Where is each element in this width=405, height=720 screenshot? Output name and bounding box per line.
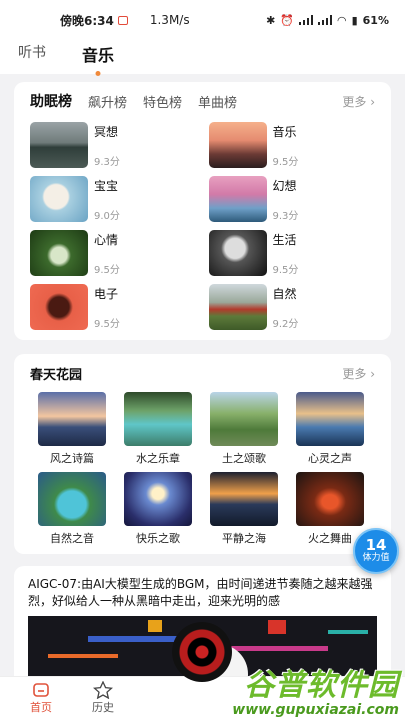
garden-thumb (124, 392, 192, 446)
status-time: 傍晚6:34 (60, 13, 114, 28)
rank-item[interactable]: 音乐 9.5分 (208, 122, 376, 168)
home-icon (33, 683, 49, 697)
garden-name: 自然之音 (50, 532, 94, 545)
garden-grid: 风之诗篇 水之乐章 土之颂歌 心灵之声 自然之音 快乐之歌 平静之海 火之舞曲 (14, 392, 391, 546)
tab-rising-rank[interactable]: 飙升榜 (88, 92, 127, 111)
rank-item[interactable]: 心情 9.5分 (30, 230, 197, 276)
garden-header: 春天花园 更多 › (14, 354, 391, 392)
screen-record-icon (117, 15, 128, 25)
garden-name: 快乐之歌 (136, 532, 180, 545)
signal-icon-2 (317, 15, 332, 25)
top-tabs: 听书 音乐 (0, 40, 405, 74)
rank-score: 9.2分 (272, 319, 299, 330)
garden-item[interactable]: 土之颂歌 (210, 392, 278, 466)
garden-name: 土之颂歌 (222, 452, 266, 465)
bluetooth-icon: ✱ (266, 13, 276, 27)
rank-item[interactable]: 生活 9.5分 (208, 230, 376, 276)
garden-name: 水之乐章 (136, 452, 180, 465)
status-icons: ✱ ⏰ ◠ ▮ 61% (266, 13, 389, 27)
battery-icon: ▮ (351, 13, 358, 27)
rank-score: 9.0分 (94, 211, 120, 222)
garden-name: 心灵之声 (308, 452, 352, 465)
nav-history-label: 历史 (92, 701, 114, 714)
signal-icon (298, 15, 313, 25)
rank-thumb (30, 284, 88, 330)
site-watermark: 谷普软件园 www.gupuxiazai.com (232, 668, 399, 719)
garden-name: 风之诗篇 (50, 452, 94, 465)
rank-thumb (208, 230, 267, 276)
rank-name: 冥想 (94, 125, 119, 139)
tab-sleep-rank[interactable]: 助眠榜 (30, 91, 72, 111)
battery-level: 61 (362, 13, 378, 27)
rank-item[interactable]: 电子 9.5分 (30, 284, 197, 330)
nav-home-label: 首页 (30, 701, 52, 714)
ranking-card: 助眠榜 飙升榜 特色榜 单曲榜 更多 › 冥想 9.3分 音乐 9.5分 宝宝 9.0… (14, 82, 391, 340)
rank-name: 心情 (94, 233, 119, 247)
garden-title: 春天花园 (30, 367, 83, 383)
garden-item[interactable]: 自然之音 (38, 472, 106, 546)
tab-music[interactable]: 音乐 (82, 40, 114, 66)
star-icon (93, 681, 113, 699)
garden-name: 平静之海 (222, 532, 266, 545)
rank-item[interactable]: 冥想 9.3分 (30, 122, 197, 168)
garden-item[interactable]: 水之乐章 (124, 392, 192, 466)
stamina-label: 体力值 (362, 553, 390, 563)
rank-thumb (208, 122, 267, 168)
ranking-tabs: 助眠榜 飙升榜 特色榜 单曲榜 更多 › (14, 82, 391, 120)
tab-audiobook[interactable]: 听书 (18, 40, 46, 62)
rank-name: 电子 (94, 287, 119, 301)
garden-more-link[interactable]: 更多 › (342, 365, 375, 382)
stamina-value: 14 (365, 536, 387, 554)
rank-score: 9.5分 (94, 265, 120, 276)
garden-thumb (296, 472, 364, 526)
garden-thumb (210, 392, 278, 446)
rank-score: 9.5分 (94, 319, 120, 330)
nav-history[interactable]: 历史 (72, 677, 134, 720)
rank-thumb (208, 176, 267, 222)
watermark-title: 谷普软件园 (244, 668, 399, 703)
garden-thumb (296, 392, 364, 446)
garden-thumb (124, 472, 192, 526)
nav-home[interactable]: 首页 (10, 677, 72, 720)
rank-score: 9.5分 (272, 157, 299, 168)
garden-thumb (38, 472, 106, 526)
watermark-url: www.gupuxiazai.com (232, 702, 399, 718)
garden-card: 春天花园 更多 › 风之诗篇 水之乐章 土之颂歌 心灵之声 自然之音 快乐之歌 (14, 354, 391, 554)
garden-item[interactable]: 快乐之歌 (124, 472, 192, 546)
ranking-grid: 冥想 9.3分 音乐 9.5分 宝宝 9.0分 幻想 9.3分 心情 9.5分 生活 9.5… (14, 120, 391, 330)
garden-item[interactable]: 火之舞曲 (296, 472, 364, 546)
garden-name: 火之舞曲 (308, 532, 352, 545)
rank-name: 幻想 (272, 179, 297, 193)
rank-thumb (30, 230, 88, 276)
garden-thumb (210, 472, 278, 526)
rank-thumb (30, 176, 88, 222)
garden-item[interactable]: 心灵之声 (296, 392, 364, 466)
rank-score: 9.3分 (272, 211, 299, 222)
rank-name: 宝宝 (94, 179, 119, 193)
status-bar: 傍晚6:34 1.3M/s ✱ ⏰ ◠ ▮ 61% (0, 0, 405, 40)
wifi-icon: ◠ (336, 13, 347, 27)
rank-score: 9.5分 (272, 265, 299, 276)
garden-item[interactable]: 平静之海 (210, 472, 278, 546)
promo-description: AIGC-07:由AI大模型生成的BGM，由时间递进节奏随之越来越强烈，好似给人… (28, 577, 373, 608)
rank-thumb (30, 122, 88, 168)
rank-item[interactable]: 自然 9.2分 (208, 284, 376, 330)
rank-thumb (208, 284, 267, 330)
rank-name: 音乐 (272, 125, 297, 139)
tab-single-rank[interactable]: 单曲榜 (198, 92, 237, 111)
stamina-badge[interactable]: 14 体力值 (353, 528, 399, 574)
network-speed: 1.3M/s (149, 13, 190, 27)
tab-featured-rank[interactable]: 特色榜 (143, 92, 182, 111)
rank-item[interactable]: 宝宝 9.0分 (30, 176, 197, 222)
vinyl-player-button[interactable] (172, 622, 232, 682)
rank-name: 自然 (272, 287, 297, 301)
garden-thumb (38, 392, 106, 446)
rank-score: 9.3分 (94, 157, 120, 168)
garden-item[interactable]: 风之诗篇 (38, 392, 106, 466)
rank-item[interactable]: 幻想 9.3分 (208, 176, 376, 222)
rank-name: 生活 (272, 233, 297, 247)
alarm-icon: ⏰ (280, 13, 294, 27)
ranking-more-link[interactable]: 更多 › (342, 93, 375, 110)
